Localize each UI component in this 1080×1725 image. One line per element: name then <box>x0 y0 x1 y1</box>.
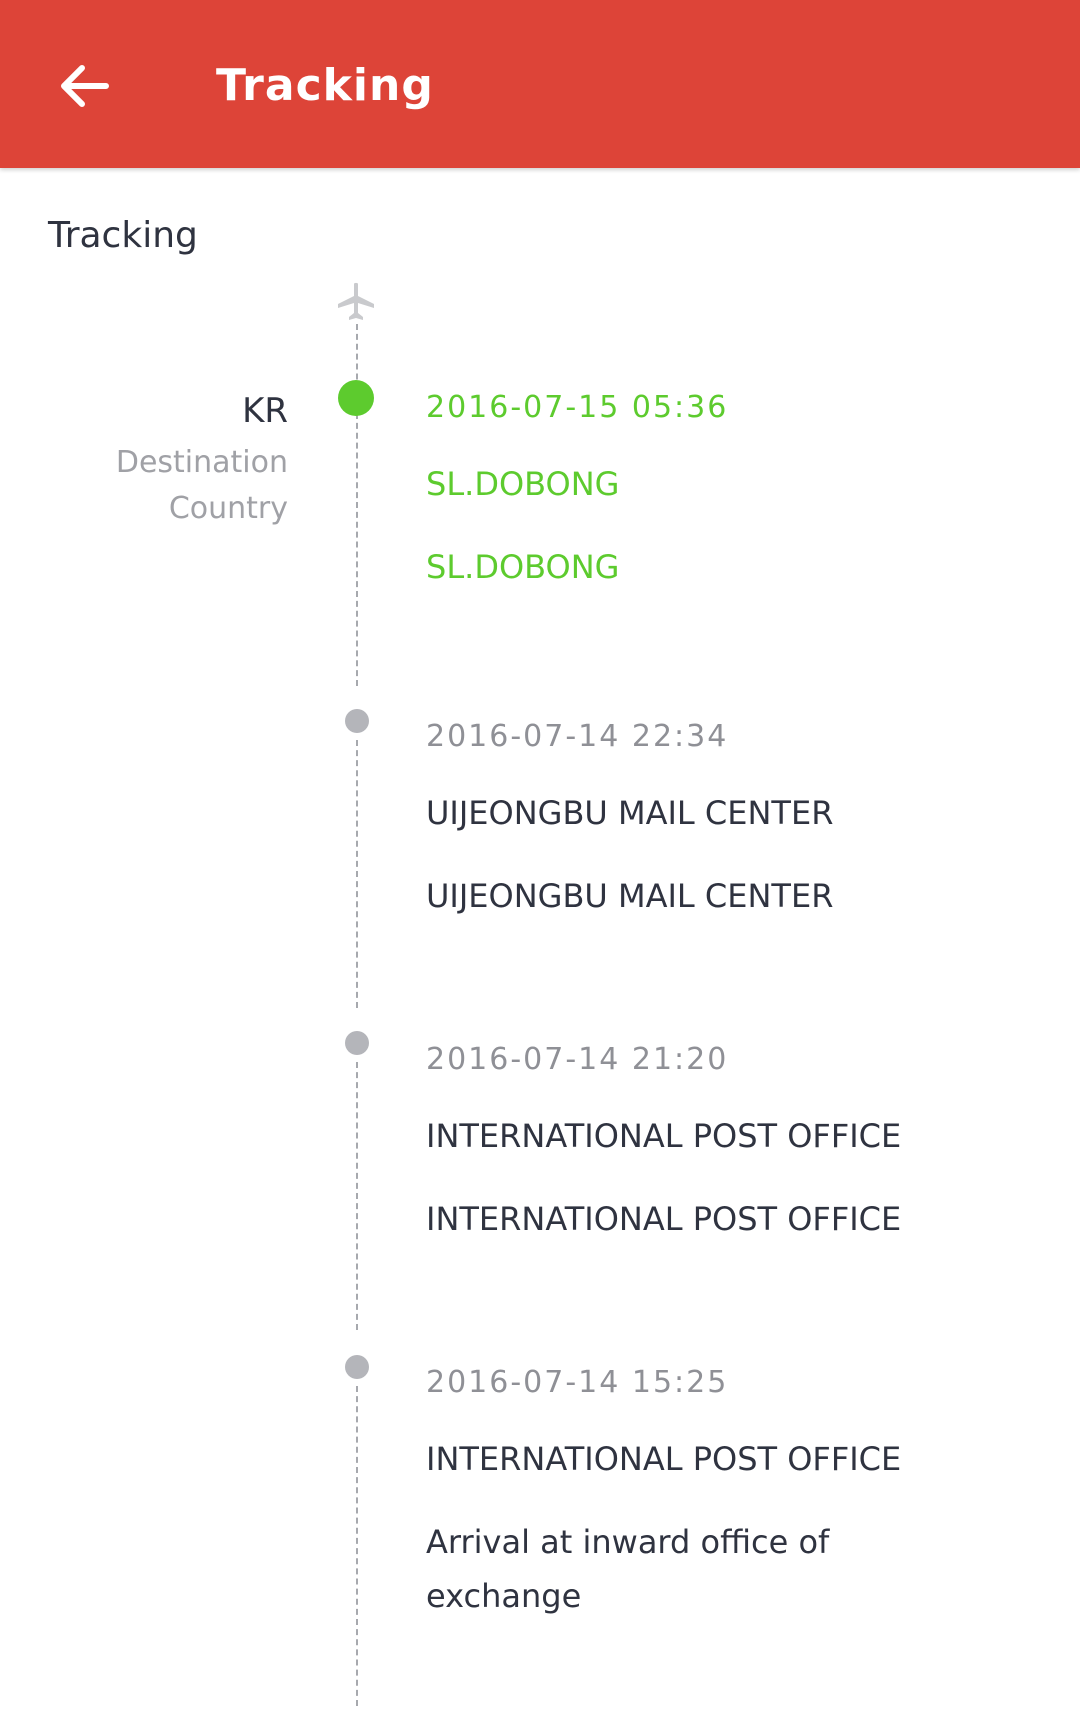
timeline-connector <box>356 1386 358 1706</box>
event-description: UIJEONGBU MAIL CENTER <box>426 877 834 915</box>
timeline-dot <box>345 1355 369 1379</box>
page-title: Tracking <box>216 60 434 111</box>
timeline-connector <box>356 1062 358 1330</box>
event-location: INTERNATIONAL POST OFFICE <box>426 1440 902 1478</box>
tracking-event: 2016-07-14 15:25 INTERNATIONAL POST OFFI… <box>426 1363 986 1623</box>
timeline-dot-active <box>338 380 374 416</box>
event-time: 2016-07-14 15:25 <box>426 1365 729 1400</box>
back-button[interactable] <box>48 50 120 122</box>
event-location: SL.DOBONG <box>426 465 620 503</box>
tracking-event: 2016-07-14 21:20 INTERNATIONAL POST OFFI… <box>426 1040 986 1246</box>
timeline-connector <box>356 740 358 1008</box>
event-location: INTERNATIONAL POST OFFICE <box>426 1117 902 1155</box>
origin-country-code: KR <box>242 391 288 431</box>
event-description: INTERNATIONAL POST OFFICE <box>426 1200 902 1238</box>
event-time: 2016-07-14 22:34 <box>426 719 729 754</box>
event-description: SL.DOBONG <box>426 548 620 586</box>
event-time: 2016-07-15 05:36 <box>426 390 729 425</box>
timeline-dot <box>345 709 369 733</box>
airplane-icon <box>338 282 374 320</box>
tracking-event: 2016-07-14 22:34 UIJEONGBU MAIL CENTER U… <box>426 717 986 923</box>
app-bar: Tracking <box>0 0 1080 168</box>
event-description: Arrival at inward office of exchange <box>426 1523 830 1615</box>
arrow-left-icon <box>61 65 109 107</box>
section-title: Tracking <box>48 215 198 256</box>
event-time: 2016-07-14 21:20 <box>426 1042 729 1077</box>
origin-country-label: Destination Country <box>115 445 288 526</box>
tracking-event: 2016-07-15 05:36 SL.DOBONG SL.DOBONG <box>426 388 986 594</box>
event-location: UIJEONGBU MAIL CENTER <box>426 794 834 832</box>
timeline-dot <box>345 1031 369 1055</box>
timeline-connector <box>356 324 358 686</box>
